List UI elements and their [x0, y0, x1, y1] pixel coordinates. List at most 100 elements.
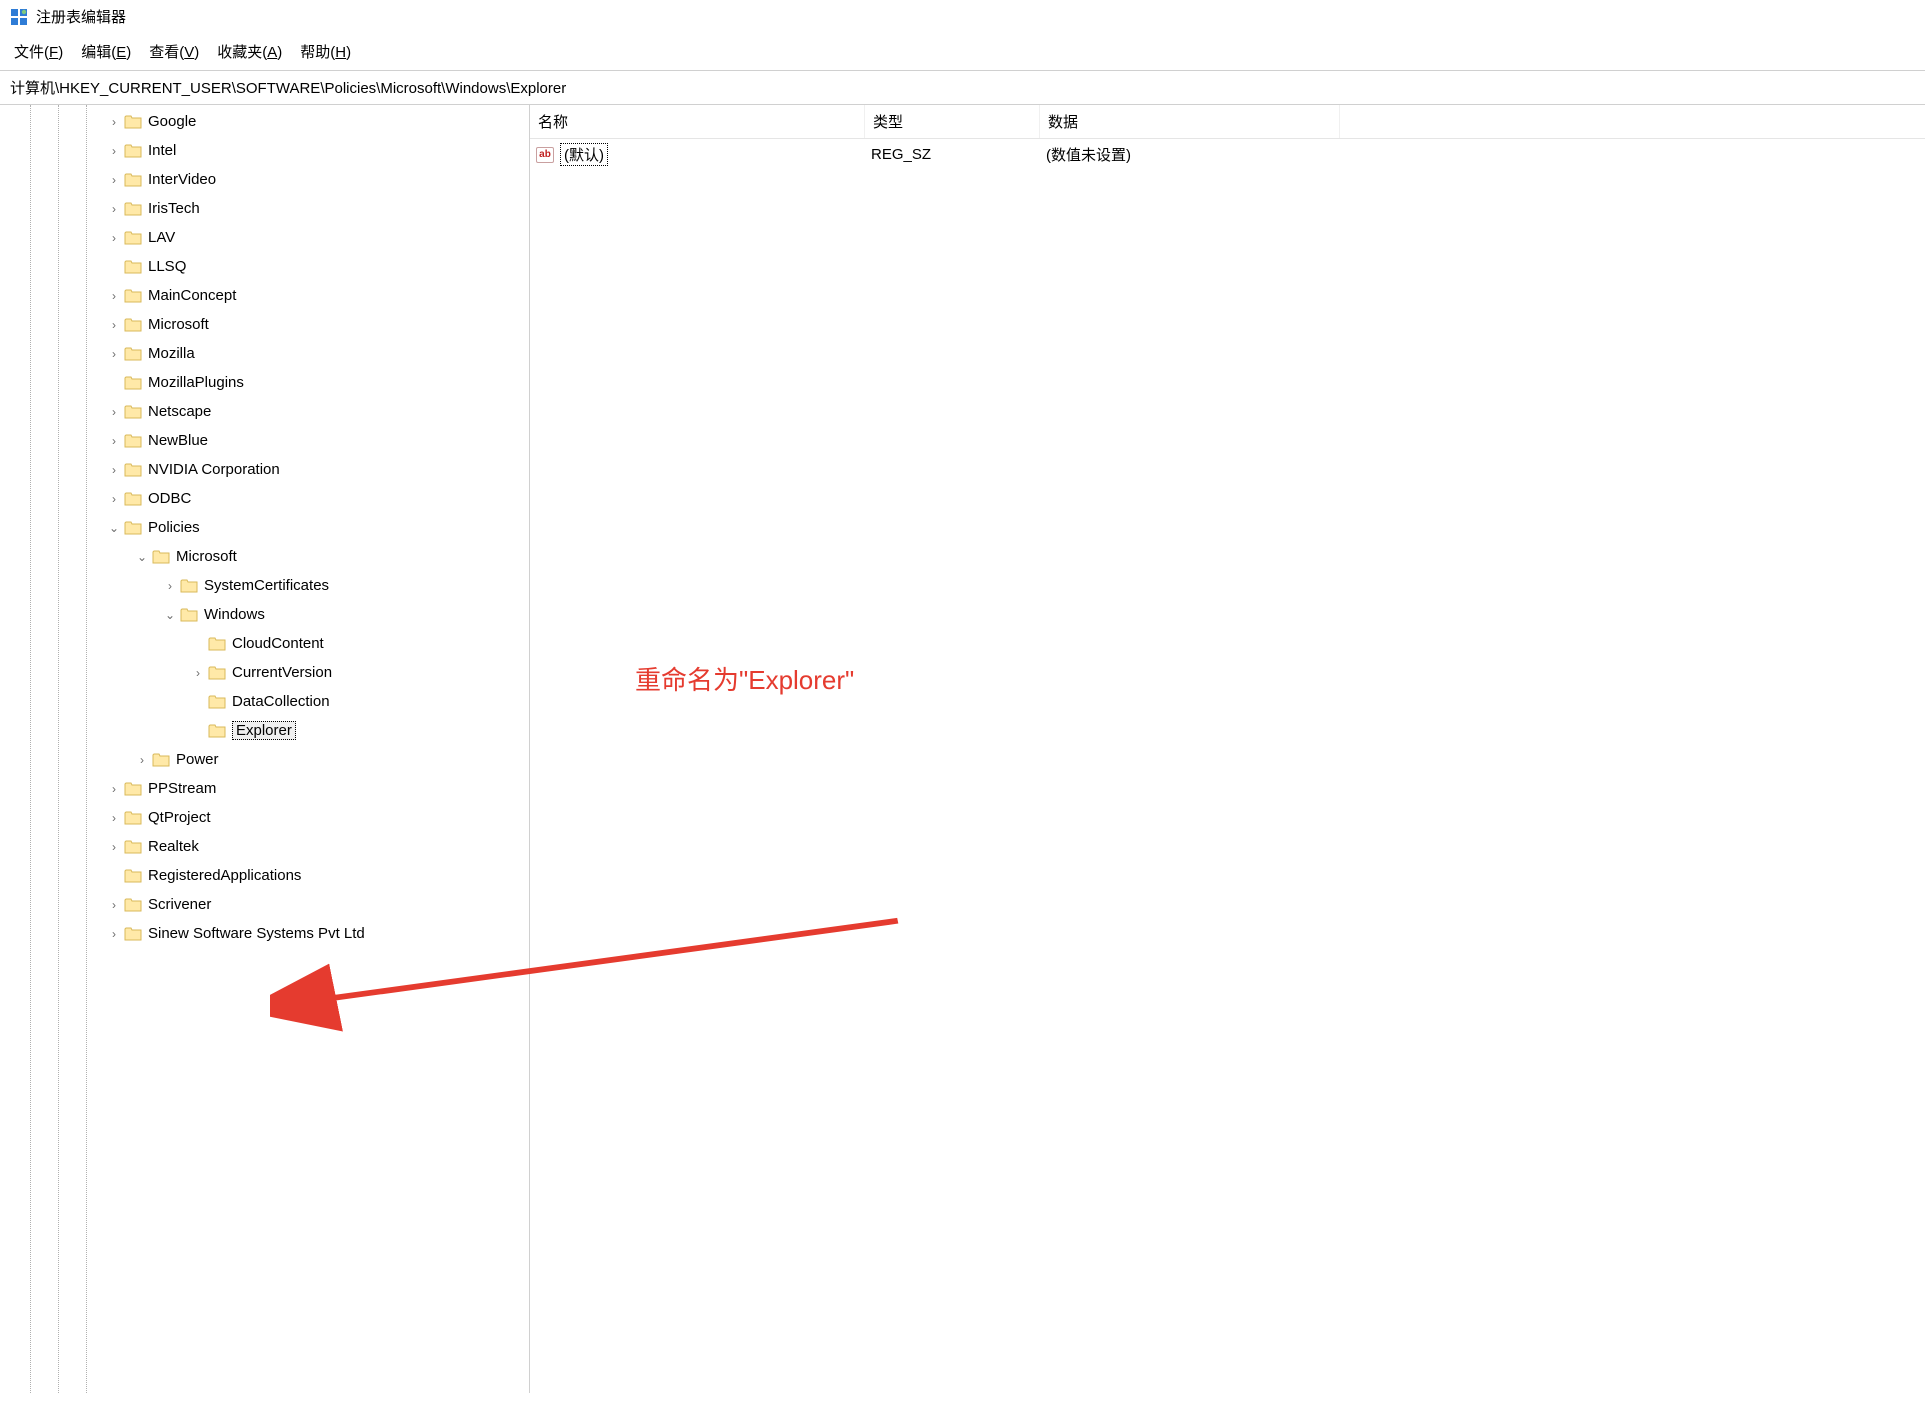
folder-icon [124, 491, 142, 506]
tree-item[interactable]: › Google [0, 107, 529, 136]
tree-item-label: Explorer [232, 721, 296, 740]
folder-icon [124, 172, 142, 187]
tree-item[interactable]: ›LAV [0, 223, 529, 252]
tree-item[interactable]: ›QtProject [0, 803, 529, 832]
tree-item[interactable]: ›SystemCertificates [0, 571, 529, 600]
tree-item-label: ODBC [148, 490, 191, 507]
chevron-right-icon[interactable]: › [106, 173, 122, 187]
tree-item[interactable]: ·CloudContent [0, 629, 529, 658]
tree-item[interactable]: ›PPStream [0, 774, 529, 803]
chevron-down-icon[interactable]: ⌄ [134, 550, 150, 564]
tree-item[interactable]: ⌄ Windows [0, 600, 529, 629]
tree-item[interactable]: ·Explorer [0, 716, 529, 745]
tree-item-label: InterVideo [148, 171, 216, 188]
col-data[interactable]: 数据 [1040, 105, 1340, 138]
tree-item-label: NewBlue [148, 432, 208, 449]
tree-item[interactable]: › Mozilla [0, 339, 529, 368]
tree-item[interactable]: ⌄Microsoft [0, 542, 529, 571]
chevron-right-icon[interactable]: › [106, 144, 122, 158]
tree-item[interactable]: › NewBlue [0, 426, 529, 455]
list-body: ab(默认)REG_SZ(数值未设置) [530, 139, 1925, 170]
tree-item[interactable]: ›Scrivener [0, 890, 529, 919]
tree-item-label: Google [148, 113, 196, 130]
chevron-right-icon[interactable]: › [106, 115, 122, 129]
chevron-right-icon[interactable]: › [106, 289, 122, 303]
list-row[interactable]: ab(默认)REG_SZ(数值未设置) [530, 139, 1925, 170]
menu-help[interactable]: 帮助(H) [300, 41, 351, 62]
chevron-down-icon[interactable]: ⌄ [162, 608, 178, 622]
folder-icon [124, 868, 142, 883]
folder-icon [124, 230, 142, 245]
chevron-right-icon[interactable]: › [134, 753, 150, 767]
tree-item[interactable]: › Power [0, 745, 529, 774]
col-type[interactable]: 类型 [865, 105, 1040, 138]
chevron-right-icon[interactable]: › [106, 318, 122, 332]
tree-item[interactable]: ›IrisTech [0, 194, 529, 223]
chevron-right-icon[interactable]: › [106, 898, 122, 912]
tree-item-label: MainConcept [148, 287, 236, 304]
tree-item[interactable]: › MainConcept [0, 281, 529, 310]
annotation-overlay: 重命名为"Explorer" [530, 105, 1925, 1393]
tree-item-label: Sinew Software Systems Pvt Ltd [148, 925, 365, 942]
menu-edit[interactable]: 编辑(E) [81, 41, 131, 62]
folder-icon [124, 897, 142, 912]
folder-icon [152, 752, 170, 767]
no-expander: · [190, 695, 206, 709]
tree-item[interactable]: ›Microsoft [0, 310, 529, 339]
tree-item[interactable]: ·LLSQ [0, 252, 529, 281]
tree-item-label: Realtek [148, 838, 199, 855]
menu-file[interactable]: 文件(F) [14, 41, 63, 62]
folder-icon [208, 636, 226, 651]
chevron-right-icon[interactable]: › [106, 463, 122, 477]
tree-item-label: Windows [204, 606, 265, 623]
window-title: 注册表编辑器 [36, 6, 126, 27]
tree-item[interactable]: ›Intel [0, 136, 529, 165]
tree-item-label: Power [176, 751, 219, 768]
tree-item-label: MozillaPlugins [148, 374, 244, 391]
tree-item-label: Mozilla [148, 345, 195, 362]
regedit-icon [10, 8, 28, 26]
chevron-right-icon[interactable]: › [106, 202, 122, 216]
tree-item[interactable]: ·MozillaPlugins [0, 368, 529, 397]
tree-item[interactable]: ›CurrentVersion [0, 658, 529, 687]
tree-item[interactable]: › Sinew Software Systems Pvt Ltd [0, 919, 529, 948]
folder-icon [124, 839, 142, 854]
chevron-down-icon[interactable]: ⌄ [106, 521, 122, 535]
chevron-right-icon[interactable]: › [106, 405, 122, 419]
tree-item[interactable]: › ODBC [0, 484, 529, 513]
tree-item[interactable]: ⌄Policies [0, 513, 529, 542]
tree-item[interactable]: ›Netscape [0, 397, 529, 426]
chevron-right-icon[interactable]: › [106, 782, 122, 796]
chevron-right-icon[interactable]: › [106, 811, 122, 825]
chevron-right-icon[interactable]: › [106, 927, 122, 941]
tree-item[interactable]: › InterVideo [0, 165, 529, 194]
chevron-right-icon[interactable]: › [106, 492, 122, 506]
chevron-right-icon[interactable]: › [190, 666, 206, 680]
chevron-right-icon[interactable]: › [162, 579, 178, 593]
string-value-icon: ab [536, 147, 554, 163]
list-pane[interactable]: 名称 类型 数据 ab(默认)REG_SZ(数值未设置) 重命名为"Explor… [530, 105, 1925, 1393]
address-path: 计算机\HKEY_CURRENT_USER\SOFTWARE\Policies\… [10, 80, 566, 97]
tree-item-label: CloudContent [232, 635, 324, 652]
chevron-right-icon[interactable]: › [106, 840, 122, 854]
value-name: (默认) [560, 143, 608, 166]
tree-item[interactable]: · DataCollection [0, 687, 529, 716]
folder-icon [124, 259, 142, 274]
folder-icon [124, 433, 142, 448]
tree-item[interactable]: ›NVIDIA Corporation [0, 455, 529, 484]
col-name[interactable]: 名称 [530, 105, 865, 138]
address-bar[interactable]: 计算机\HKEY_CURRENT_USER\SOFTWARE\Policies\… [0, 70, 1925, 105]
no-expander: · [106, 869, 122, 883]
tree-item[interactable]: › Realtek [0, 832, 529, 861]
menu-favorites[interactable]: 收藏夹(A) [217, 41, 282, 62]
value-type: REG_SZ [871, 146, 1046, 163]
tree-item-label: DataCollection [232, 693, 330, 710]
folder-icon [124, 520, 142, 535]
tree-item[interactable]: ·RegisteredApplications [0, 861, 529, 890]
chevron-right-icon[interactable]: › [106, 434, 122, 448]
menu-view[interactable]: 查看(V) [149, 41, 199, 62]
folder-icon [208, 665, 226, 680]
chevron-right-icon[interactable]: › [106, 231, 122, 245]
chevron-right-icon[interactable]: › [106, 347, 122, 361]
tree-pane[interactable]: ›Google›Intel›InterVideo›IrisTech›LAV·LL… [0, 105, 530, 1393]
